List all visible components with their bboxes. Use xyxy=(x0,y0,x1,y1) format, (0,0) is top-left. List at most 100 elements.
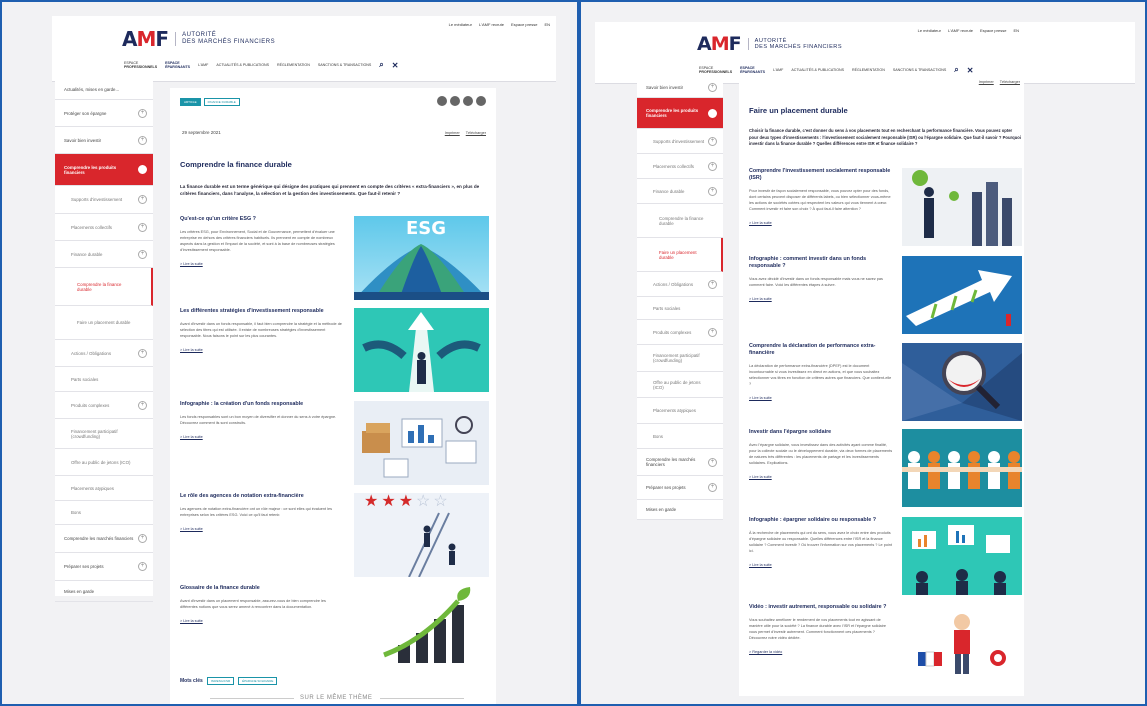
nav-sanctions[interactable]: SANCTIONS & TRANSACTIONS xyxy=(893,68,946,72)
toplink-lang[interactable]: EN xyxy=(544,22,550,27)
expand-icon[interactable]: + xyxy=(708,136,717,146)
nav-amf[interactable]: L'AMF xyxy=(198,63,208,67)
read-more-link[interactable]: > Lire la suite xyxy=(180,527,342,531)
watch-video-link[interactable]: > Regarder la vidéo xyxy=(749,650,894,654)
video-thumbnail[interactable] xyxy=(902,604,1022,682)
sidebar-item[interactable]: Finance durable + xyxy=(55,241,153,268)
sidebar-item[interactable]: Financement participatif (crowdfunding) xyxy=(55,419,153,449)
search-icon[interactable]: ⌕ xyxy=(379,60,383,70)
sidebar-item[interactable]: Placements collectifs + xyxy=(55,214,153,241)
expand-icon[interactable]: + xyxy=(138,195,147,204)
article-title[interactable]: Vidéo : investir autrement, responsable … xyxy=(749,604,894,611)
read-more-link[interactable]: > Lire la suite xyxy=(749,396,894,400)
twitter-icon[interactable] xyxy=(450,96,460,106)
esg-image[interactable]: ESG xyxy=(354,216,489,300)
toplink-lang[interactable]: EN xyxy=(1013,28,1019,33)
close-icon[interactable]: ✕ xyxy=(392,61,399,70)
article-title[interactable]: Glossaire de la finance durable xyxy=(180,585,342,592)
print-link[interactable]: Imprimer xyxy=(445,131,460,135)
sidebar-item[interactable]: Bons xyxy=(55,501,153,525)
expand-icon[interactable] xyxy=(138,165,147,174)
sidebar-item[interactable]: Préparer ses projets + xyxy=(637,476,723,500)
article-title[interactable]: Les différentes stratégies d'investissem… xyxy=(180,308,342,315)
sidebar-item[interactable]: Supports d'investissement + xyxy=(637,129,723,154)
linkedin-icon[interactable] xyxy=(463,96,473,106)
expand-icon[interactable]: + xyxy=(138,534,147,543)
amf-logo[interactable]: AMF AUTORITÉ DES MARCHÉS FINANCIERS xyxy=(697,33,842,55)
sidebar-item[interactable]: Comprendre les produits financiers xyxy=(55,154,153,186)
sidebar-item[interactable]: Comprendre les marchés financiers + xyxy=(637,449,723,476)
toplink-mediateur[interactable]: Le médiateur xyxy=(918,28,941,33)
sidebar-item[interactable]: Faire un placement durable xyxy=(55,306,153,340)
sidebar-item[interactable]: Placements collectifs + xyxy=(637,154,723,179)
expand-icon[interactable]: + xyxy=(138,249,147,259)
fund-creation-image[interactable] xyxy=(354,401,489,485)
read-more-link[interactable]: > Lire la suite xyxy=(749,221,894,225)
sidebar-item[interactable]: Parts sociales xyxy=(55,367,153,392)
tag-finance-durable[interactable]: FINANCE DURABLE xyxy=(203,98,240,106)
sidebar-item[interactable]: Protéger son épargne + xyxy=(55,100,153,127)
expand-icon[interactable]: + xyxy=(708,327,717,337)
nav-actualites[interactable]: ACTUALITÉS & PUBLICATIONS xyxy=(216,63,269,67)
sidebar-item[interactable]: Actions / Obligations + xyxy=(637,272,723,297)
expand-icon[interactable]: + xyxy=(138,400,147,410)
read-more-link[interactable]: > Lire la suite xyxy=(749,563,894,567)
toplink-presse[interactable]: Espace presse xyxy=(980,28,1006,33)
download-link[interactable]: Télécharger xyxy=(466,131,486,135)
nav-reglementation[interactable]: RÉGLEMENTATION xyxy=(852,68,885,72)
nav-espace-epargnants[interactable]: ESPACE ÉPARGNANTS xyxy=(165,61,190,70)
sidebar-item[interactable]: Comprendre les marchés financiers + xyxy=(55,525,153,553)
download-link[interactable]: Télécharger xyxy=(1000,80,1020,84)
read-more-link[interactable]: > Lire la suite xyxy=(749,297,894,301)
sidebar-item[interactable]: Placements atypiques xyxy=(637,398,723,424)
expand-icon[interactable]: + xyxy=(708,186,717,196)
article-title[interactable]: Le rôle des agences de notation extra-fi… xyxy=(180,493,342,500)
facebook-icon[interactable] xyxy=(476,96,486,106)
keyword-tag[interactable]: ISR/ESG/CSR xyxy=(206,677,235,685)
expand-icon[interactable]: + xyxy=(138,108,147,118)
sidebar-item[interactable]: Produits complexes + xyxy=(637,320,723,345)
isr-image[interactable] xyxy=(902,168,1022,246)
toplink-recrute[interactable]: L'AMF recrute xyxy=(479,22,504,27)
expand-icon[interactable]: + xyxy=(708,161,717,171)
article-title[interactable]: Investir dans l'épargne solidaire xyxy=(749,429,894,436)
sidebar-item[interactable]: Actualités, mises en garde... xyxy=(55,80,153,100)
nav-amf[interactable]: L'AMF xyxy=(773,68,783,72)
glossary-image[interactable] xyxy=(354,585,489,669)
article-title[interactable]: Infographie : la création d'un fonds res… xyxy=(180,401,342,408)
article-title[interactable]: Infographie : épargner solidaire ou resp… xyxy=(749,517,894,524)
nav-sanctions[interactable]: SANCTIONS & TRANSACTIONS xyxy=(318,63,371,67)
sidebar-item[interactable]: Offre au public de jetons (ICO) xyxy=(55,449,153,476)
article-title[interactable]: Infographie : comment investir dans un f… xyxy=(749,256,894,270)
toplink-mediateur[interactable]: Le médiateur xyxy=(449,22,472,27)
sidebar-item[interactable]: Mises en garde xyxy=(637,500,723,520)
sidebar-item[interactable]: Supports d'investissement + xyxy=(55,186,153,214)
print-link[interactable]: Imprimer xyxy=(979,80,994,84)
rating-agencies-image[interactable]: ★★★☆☆ xyxy=(354,493,489,577)
expand-icon[interactable]: + xyxy=(708,83,717,92)
expand-icon[interactable]: + xyxy=(138,348,147,358)
tag-article[interactable]: ARTICLE xyxy=(180,98,201,106)
strategy-image[interactable] xyxy=(354,308,489,392)
read-more-link[interactable]: > Lire la suite xyxy=(749,475,894,479)
amf-logo[interactable]: AMF AUTORITÉ DES MARCHÉS FINANCIERS xyxy=(122,27,275,51)
nav-espace-epargnants[interactable]: ESPACE ÉPARGNANTS xyxy=(740,66,765,75)
keyword-tag[interactable]: ÉPARGNE SOLIDAIRE xyxy=(238,677,278,685)
expand-icon[interactable]: + xyxy=(138,562,147,571)
sidebar-item[interactable]: Bons xyxy=(637,424,723,449)
dpef-image[interactable] xyxy=(902,343,1022,421)
read-more-link[interactable]: > Lire la suite xyxy=(180,262,342,266)
sidebar-item[interactable]: Savoir bien investir + xyxy=(55,127,153,154)
email-icon[interactable] xyxy=(437,96,447,106)
toplink-recrute[interactable]: L'AMF recrute xyxy=(948,28,973,33)
sidebar-item[interactable]: Actions / Obligations + xyxy=(55,340,153,367)
sidebar-item[interactable]: Placements atypiques xyxy=(55,476,153,501)
search-icon[interactable]: ⌕ xyxy=(954,65,958,75)
expand-icon[interactable] xyxy=(708,108,717,118)
expand-icon[interactable]: + xyxy=(708,483,717,492)
nav-actualites[interactable]: ACTUALITÉS & PUBLICATIONS xyxy=(791,68,844,72)
nav-espace-pro[interactable]: ESPACE PROFESSIONNELS xyxy=(124,61,157,70)
sidebar-item[interactable]: Faire un placement durable xyxy=(637,238,723,272)
read-more-link[interactable]: > Lire la suite xyxy=(180,348,342,352)
sidebar-item[interactable]: Produits complexes + xyxy=(55,392,153,419)
